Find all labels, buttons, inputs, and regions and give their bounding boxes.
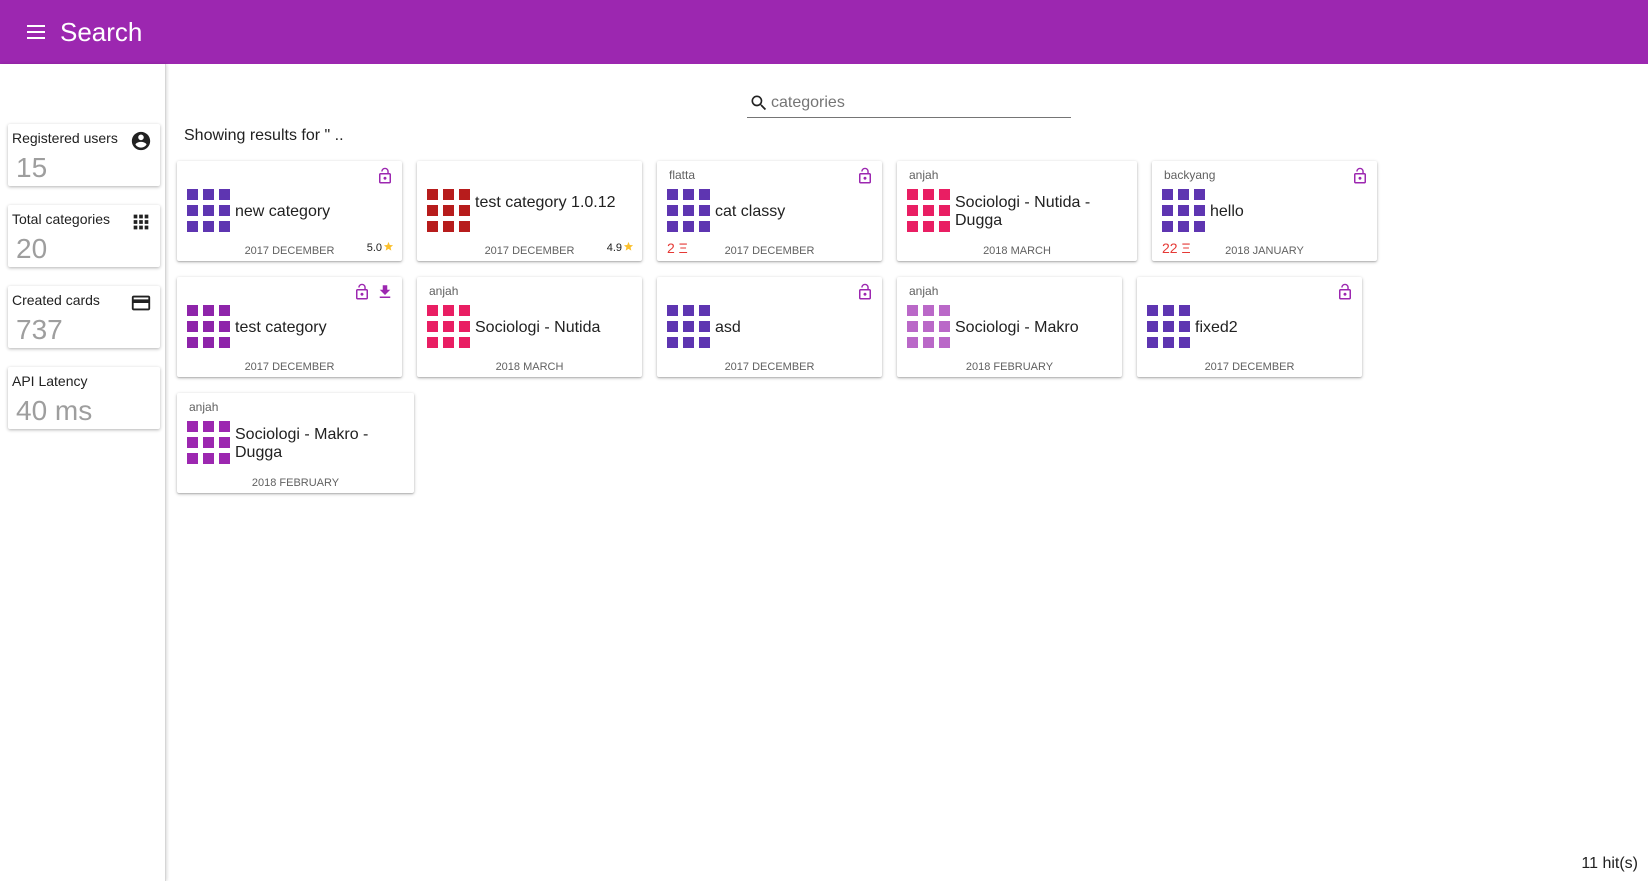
- card-rating: 4.9: [607, 241, 634, 255]
- stat-label: Created cards: [12, 292, 100, 308]
- card-date: 2018 FEBRUARY: [965, 361, 1054, 373]
- stat-registered-users: Registered users 15: [8, 124, 160, 186]
- card-title: Sociologi - Makro: [955, 319, 1079, 336]
- category-card[interactable]: fixed2 2017 DECEMBER: [1137, 277, 1362, 377]
- category-grid-icon: [907, 189, 951, 233]
- stat-value: 737: [16, 314, 63, 345]
- card-author: backyang: [1164, 168, 1216, 182]
- card-count: 22 Ξ: [1162, 240, 1191, 256]
- rating-value: 4.9: [606, 242, 622, 254]
- stat-value: 20: [16, 233, 48, 264]
- hit-count: 11 hit(s): [1581, 855, 1638, 872]
- card-author: anjah: [429, 284, 459, 298]
- category-grid-icon: [1162, 189, 1206, 233]
- card-author: anjah: [189, 400, 219, 414]
- lock-icon: [856, 167, 874, 185]
- card-date: 2018 MARCH: [983, 245, 1051, 257]
- card-title: hello: [1210, 203, 1244, 220]
- category-grid-icon: [187, 189, 231, 233]
- category-card[interactable]: test category 2017 DECEMBER: [177, 277, 402, 377]
- category-grid-icon: [427, 189, 471, 233]
- rating-value: 5.0: [366, 242, 382, 254]
- category-grid-icon: [187, 421, 231, 465]
- stat-api-latency: API Latency 40 ms: [8, 367, 160, 429]
- search-bar: [747, 90, 1071, 118]
- search-input[interactable]: [771, 92, 1067, 114]
- card-count: 2 Ξ: [667, 240, 688, 256]
- search-icon[interactable]: [749, 93, 769, 113]
- card-title: asd: [715, 319, 741, 336]
- card-date: 2017 DECEMBER: [1204, 361, 1295, 373]
- card-author: anjah: [909, 284, 939, 298]
- stat-total-categories: Total categories 20: [8, 205, 160, 267]
- category-card[interactable]: anjah Sociologi - Nutida - Dugga 2018 MARC…: [897, 161, 1137, 261]
- category-grid-icon: [667, 189, 711, 233]
- stat-label: API Latency: [12, 373, 88, 389]
- stat-value: 15: [16, 152, 48, 183]
- card-date: 2017 DECEMBER: [724, 245, 815, 257]
- star-icon: [623, 241, 634, 255]
- category-card[interactable]: new category 2017 DECEMBER 5.0: [177, 161, 402, 261]
- card-date: 2017 DECEMBER: [244, 361, 335, 373]
- download-icon[interactable]: [376, 283, 394, 301]
- card-date: 2017 DECEMBER: [724, 361, 815, 373]
- results-caption: Showing results for " ..: [184, 127, 344, 144]
- lock-icon: [856, 283, 874, 301]
- lock-icon: [376, 167, 394, 185]
- card-date: 2018 MARCH: [495, 361, 564, 373]
- credit-card-icon: [131, 295, 151, 311]
- star-icon: [383, 241, 394, 255]
- card-rating: 5.0: [367, 241, 394, 255]
- stat-created-cards: Created cards 737: [8, 286, 160, 348]
- card-title: Sociologi - Nutida: [475, 319, 601, 336]
- category-grid-icon: [427, 305, 471, 349]
- card-date: 2018 FEBRUARY: [251, 477, 340, 489]
- lock-icon: [1351, 167, 1369, 185]
- category-grid-icon: [1147, 305, 1191, 349]
- category-card[interactable]: anjah Sociologi - Makro 2018 FEBRUARY: [897, 277, 1122, 377]
- apps-grid-icon: [133, 214, 149, 230]
- card-title: Sociologi - Makro - Dugga: [235, 426, 369, 461]
- category-grid-icon: [187, 305, 231, 349]
- app-bar: Search: [0, 0, 1648, 64]
- card-author: flatta: [669, 168, 696, 182]
- card-title: fixed2: [1195, 319, 1238, 336]
- card-title: new category: [235, 203, 331, 220]
- category-grid-icon: [667, 305, 711, 349]
- category-card[interactable]: flatta cat classy 2017 DECEMBER 2 Ξ: [657, 161, 882, 261]
- category-card[interactable]: asd 2017 DECEMBER: [657, 277, 882, 377]
- card-author: anjah: [909, 168, 939, 182]
- card-title: test category: [235, 319, 327, 336]
- menu-icon[interactable]: [24, 20, 48, 44]
- card-title: Sociologi - Nutida - Dugga: [955, 194, 1091, 229]
- category-card[interactable]: backyang hello 2018 JANUARY 22 Ξ: [1152, 161, 1377, 261]
- stat-value: 40 ms: [16, 395, 93, 426]
- sidebar: Registered users 15 Total categories 20 …: [0, 64, 166, 881]
- account-circle-icon: [131, 131, 151, 151]
- main-content: Showing results for " .. new category201…: [167, 64, 1648, 881]
- lock-icon: [353, 283, 371, 301]
- card-title: cat classy: [715, 203, 786, 220]
- stat-label: Registered users: [12, 130, 118, 146]
- card-title: test category 1.0.12: [475, 194, 616, 211]
- stat-label: Total categories: [12, 211, 111, 227]
- category-card[interactable]: anjah Sociologi - Makro - Dugga 2018 FEBRU…: [177, 393, 414, 493]
- lock-icon: [1336, 283, 1354, 301]
- category-card[interactable]: anjah Sociologi - Nutida 2018 MARCH: [417, 277, 642, 377]
- category-card[interactable]: test category 1.0.12 2017 DECEMBER 4.9: [417, 161, 642, 261]
- category-grid-icon: [907, 305, 951, 349]
- app-title: Search: [60, 16, 143, 47]
